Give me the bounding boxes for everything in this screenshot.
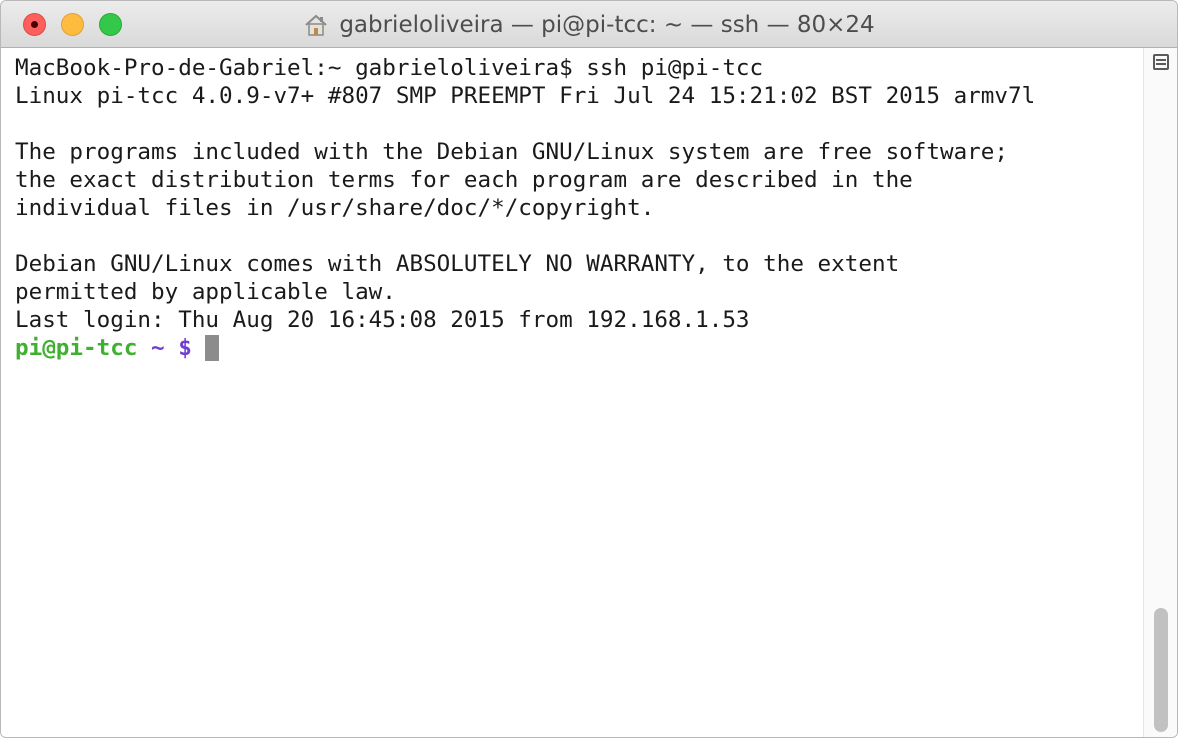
split-pane-icon[interactable] [1153,54,1169,70]
text-cursor [205,335,220,361]
terminal-line: Linux pi-tcc 4.0.9-v7+ #807 SMP PREEMPT … [15,83,1036,109]
terminal-window: gabrieloliveira — pi@pi-tcc: ~ — ssh — 8… [0,0,1178,738]
window-title-container: gabrieloliveira — pi@pi-tcc: ~ — ssh — 8… [1,1,1177,48]
prompt-line[interactable]: pi@pi-tcc ~ $ [15,334,1143,362]
home-icon [305,14,327,36]
terminal-line: MacBook-Pro-de-Gabriel:~ gabrieloliveira… [15,55,764,81]
terminal-line: The programs included with the Debian GN… [15,139,1008,165]
terminal-line: Last login: Thu Aug 20 16:45:08 2015 fro… [15,307,750,333]
scrollbar-thumb[interactable] [1154,608,1168,732]
scrollbar[interactable] [1143,48,1177,737]
terminal-output[interactable]: MacBook-Pro-de-Gabriel:~ gabrieloliveira… [1,48,1143,737]
title-bar[interactable]: gabrieloliveira — pi@pi-tcc: ~ — ssh — 8… [1,1,1177,48]
terminal-line: the exact distribution terms for each pr… [15,167,913,193]
prompt-user-host: pi@pi-tcc [15,335,138,361]
prompt-path-symbol: ~ $ [137,335,206,361]
terminal-line: individual files in /usr/share/doc/*/cop… [15,195,655,221]
terminal-line: Debian GNU/Linux comes with ABSOLUTELY N… [15,251,900,277]
terminal-line: permitted by applicable law. [15,279,396,305]
window-title: gabrieloliveira — pi@pi-tcc: ~ — ssh — 8… [339,11,875,38]
